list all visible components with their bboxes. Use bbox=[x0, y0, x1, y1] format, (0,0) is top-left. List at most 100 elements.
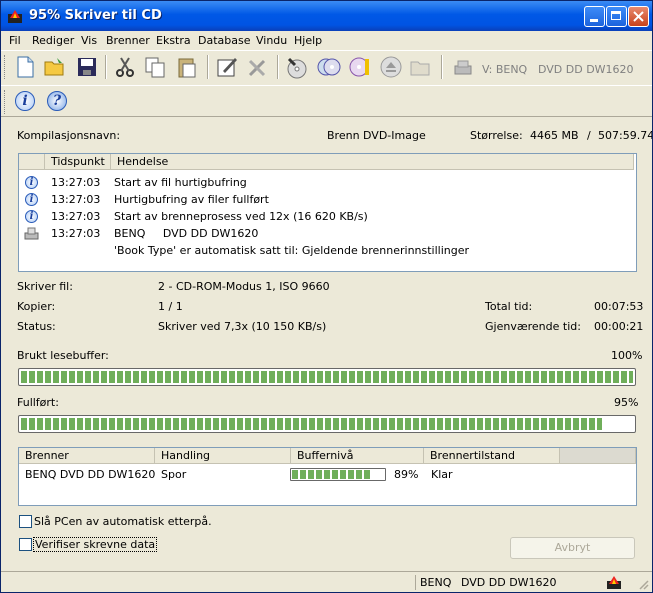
statusbar-drive: BENQ bbox=[415, 575, 451, 590]
menu-hjelp[interactable]: Hjelp bbox=[294, 34, 322, 47]
compilation-label: Kompilasjonsnavn: bbox=[17, 129, 121, 142]
log-event: BENQ DVD DD DW1620 bbox=[114, 227, 259, 240]
window-title: 95% Skriver til CD bbox=[29, 8, 162, 23]
menu-vis[interactable]: Vis bbox=[81, 34, 97, 47]
close-button[interactable] bbox=[628, 6, 649, 27]
eject-icon[interactable] bbox=[379, 55, 403, 79]
copy-icon[interactable] bbox=[143, 55, 167, 79]
burn-progress-window: 95% Skriver til CD Fil Rediger Vis Brenn… bbox=[0, 0, 653, 593]
minimize-button[interactable] bbox=[584, 6, 605, 27]
completed-percent: 95% bbox=[614, 396, 639, 409]
info-icon[interactable]: i bbox=[15, 91, 35, 111]
cut-icon[interactable] bbox=[113, 55, 137, 79]
nero-flame-icon bbox=[607, 576, 621, 589]
menu-vindu[interactable]: Vindu bbox=[256, 34, 287, 47]
recorder-buffer-fill bbox=[292, 470, 372, 479]
save-icon[interactable] bbox=[75, 55, 99, 79]
status-value: Skriver ved 7,3x (10 150 KB/s) bbox=[158, 320, 327, 333]
recorder-header-filler bbox=[560, 448, 636, 464]
log-row[interactable]: i 13:27:03 Start av fil hurtigbufring bbox=[19, 174, 634, 191]
recorder-header-burner[interactable]: Brenner bbox=[19, 448, 155, 464]
status-label: Status: bbox=[17, 320, 56, 333]
cancel-button[interactable]: Avbryt bbox=[510, 537, 635, 559]
size-label: Størrelse: bbox=[470, 129, 523, 142]
help-context-icon[interactable]: ? bbox=[47, 91, 67, 111]
log-row[interactable]: 13:27:03 BENQ DVD DD DW1620 bbox=[19, 225, 634, 242]
menu-ekstra[interactable]: Ekstra bbox=[156, 34, 191, 47]
info-icon: i bbox=[25, 193, 38, 206]
log-row[interactable]: i 13:27:03 Hurtigbufring av filer fullfø… bbox=[19, 191, 634, 208]
remaining-time-label: Gjenværende tid: bbox=[485, 320, 581, 333]
compilation-value: Brenn DVD-Image bbox=[327, 129, 426, 142]
edit-icon[interactable] bbox=[215, 55, 239, 79]
recorder-state: Klar bbox=[431, 468, 453, 481]
menu-brenner[interactable]: Brenner bbox=[106, 34, 150, 47]
copies-value: 1 / 1 bbox=[158, 300, 183, 313]
size-time: 507:59.74 bbox=[598, 129, 653, 142]
log-row[interactable]: 'Book Type' er automatisk satt til: Gjel… bbox=[19, 242, 634, 259]
log-time: 13:27:03 bbox=[51, 193, 101, 206]
drive-selector-label[interactable]: V: BENQ bbox=[482, 63, 527, 76]
toolbar-grip-2[interactable] bbox=[4, 90, 8, 114]
drive-selector-model[interactable]: DVD DD DW1620 bbox=[538, 63, 634, 76]
paste-icon[interactable] bbox=[175, 55, 199, 79]
main-toolbar: V: BENQ DVD DD DW1620 bbox=[1, 50, 652, 86]
total-time-label: Total tid: bbox=[485, 300, 533, 313]
size-mb: 4465 MB bbox=[530, 129, 579, 142]
shutdown-label[interactable]: Slå PCen av automatisk etterpå. bbox=[34, 515, 212, 528]
recorder-action: Spor bbox=[161, 468, 187, 481]
burn-disc-icon[interactable] bbox=[285, 55, 309, 79]
maximize-button[interactable] bbox=[606, 6, 627, 27]
log-header-time[interactable]: Tidspunkt bbox=[45, 154, 111, 170]
recorder-row[interactable]: BENQ DVD DD DW1620 Spor 89% Klar bbox=[19, 466, 634, 483]
browse-folder-icon[interactable] bbox=[409, 55, 433, 79]
title-bar[interactable]: 95% Skriver til CD bbox=[1, 1, 652, 31]
new-document-icon[interactable] bbox=[13, 55, 37, 79]
drive-icon bbox=[24, 227, 39, 240]
info-icon: i bbox=[25, 176, 38, 189]
copies-label: Kopier: bbox=[17, 300, 56, 313]
menu-fil[interactable]: Fil bbox=[9, 34, 21, 47]
help-toolbar: i ? bbox=[1, 85, 652, 117]
statusbar-model: DVD DD DW1620 bbox=[461, 576, 557, 589]
log-header-event[interactable]: Hendelse bbox=[111, 154, 634, 170]
disc-info-icon[interactable] bbox=[348, 55, 372, 79]
drive-icon bbox=[454, 60, 472, 75]
recorder-header-action[interactable]: Handling bbox=[155, 448, 291, 464]
size-separator: / bbox=[587, 129, 591, 142]
open-folder-icon[interactable] bbox=[43, 55, 67, 79]
tools-icon[interactable] bbox=[246, 55, 270, 79]
verify-checkbox[interactable] bbox=[19, 538, 32, 551]
resize-grip-icon[interactable] bbox=[637, 578, 649, 590]
recorder-header-state[interactable]: Brennertilstand bbox=[424, 448, 560, 464]
shutdown-checkbox[interactable] bbox=[19, 515, 32, 528]
menu-bar: Fil Rediger Vis Brenner Ekstra Database … bbox=[1, 31, 652, 50]
recorder-list[interactable]: Brenner Handling Buffernivå Brennertilst… bbox=[18, 447, 637, 506]
buffer-label: Brukt lesebuffer: bbox=[17, 349, 109, 362]
menu-rediger[interactable]: Rediger bbox=[32, 34, 74, 47]
completed-progress-fill bbox=[21, 418, 602, 430]
recorder-buffer-bar bbox=[290, 468, 386, 481]
toolbar-grip[interactable] bbox=[4, 55, 8, 79]
recorder-header-buffer[interactable]: Buffernivå bbox=[291, 448, 424, 464]
log-event: Start av brenneprosess ved 12x (16 620 K… bbox=[114, 210, 368, 223]
log-time: 13:27:03 bbox=[51, 227, 101, 240]
menu-database[interactable]: Database bbox=[198, 34, 251, 47]
writing-value: 2 - CD-ROM-Modus 1, ISO 9660 bbox=[158, 280, 330, 293]
completed-progress-bar bbox=[18, 415, 636, 433]
log-event: Hurtigbufring av filer fullført bbox=[114, 193, 269, 206]
total-time-value: 00:07:53 bbox=[594, 300, 644, 313]
event-log[interactable]: Tidspunkt Hendelse i 13:27:03 Start av f… bbox=[18, 153, 637, 272]
buffer-percent: 100% bbox=[611, 349, 643, 362]
log-time: 13:27:03 bbox=[51, 176, 101, 189]
log-note: 'Book Type' er automatisk satt til: Gjel… bbox=[114, 244, 470, 257]
recorder-name: BENQ DVD DD DW1620 bbox=[25, 468, 156, 481]
log-row[interactable]: i 13:27:03 Start av brenneprosess ved 12… bbox=[19, 208, 634, 225]
verify-label[interactable]: Verifiser skrevne data bbox=[33, 537, 158, 552]
info-icon: i bbox=[25, 210, 38, 223]
status-bar: BENQ DVD DD DW1620 bbox=[1, 571, 652, 592]
copy-disc-icon[interactable] bbox=[317, 55, 341, 79]
log-event: Start av fil hurtigbufring bbox=[114, 176, 247, 189]
writing-label: Skriver fil: bbox=[17, 280, 73, 293]
log-header-icon[interactable] bbox=[19, 154, 45, 170]
